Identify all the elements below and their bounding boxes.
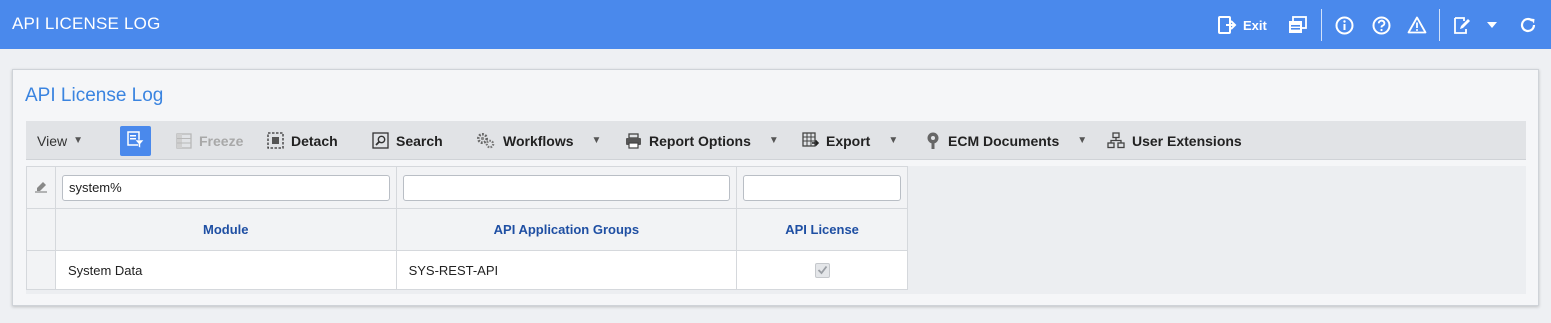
refresh-icon [1518, 15, 1538, 35]
info-button[interactable] [1335, 13, 1354, 37]
freeze-label: Freeze [199, 132, 244, 149]
hierarchy-icon [1107, 132, 1125, 149]
api-license-cell[interactable] [736, 250, 908, 290]
export-label: Export [826, 132, 871, 149]
eraser-icon[interactable] [34, 181, 48, 196]
gears-icon [476, 132, 496, 149]
exit-icon [1218, 16, 1237, 34]
column-header-api-application-groups[interactable]: API Application Groups [395, 208, 738, 251]
detach-button[interactable]: Detach [267, 121, 338, 160]
api-application-groups-filter-input[interactable] [402, 174, 731, 201]
help-button[interactable] [1372, 13, 1391, 37]
grid-toolbar: View ▼ Freeze Detach Search Workflows ▼ … [26, 121, 1526, 160]
filter-icon [126, 130, 145, 152]
exit-button[interactable]: Exit [1218, 13, 1267, 37]
detach-label: Detach [291, 132, 338, 149]
caret-down-icon: ▼ [888, 135, 899, 146]
filter-toggle-button[interactable] [120, 126, 151, 156]
filter-row [26, 166, 908, 209]
data-grid: Module API Application Groups API Licens… [26, 166, 908, 290]
column-header-module[interactable]: Module [54, 208, 397, 251]
main-panel: API License Log View ▼ Freeze Detach Sea… [12, 69, 1539, 306]
printer-icon [625, 132, 642, 149]
filter-cell-groups [395, 166, 738, 209]
edit-icon [1452, 16, 1472, 35]
export-menu[interactable]: Export ▼ [802, 121, 898, 160]
report-options-label: Report Options [649, 132, 751, 149]
api-license-checkbox[interactable] [814, 262, 830, 278]
windows-button[interactable] [1288, 13, 1307, 37]
caret-down-icon: ▼ [768, 135, 779, 146]
caret-down-icon: ▼ [73, 135, 83, 146]
caret-down-icon: ▼ [1077, 135, 1088, 146]
column-header-api-license[interactable]: API License [736, 208, 908, 251]
user-extensions-button[interactable]: User Extensions [1107, 121, 1242, 160]
view-label: View [37, 132, 68, 149]
ecm-documents-menu[interactable]: ECM Documents ▼ [925, 121, 1087, 160]
alert-button[interactable] [1407, 13, 1427, 37]
workflows-menu[interactable]: Workflows ▼ [476, 121, 601, 160]
app-title: API LICENSE LOG [12, 14, 161, 33]
search-icon [372, 132, 389, 149]
caret-down-icon [1486, 21, 1498, 29]
header-divider [1439, 9, 1440, 41]
view-menu[interactable]: View ▼ [37, 121, 83, 160]
module-filter-input[interactable] [61, 174, 390, 201]
table-row[interactable]: System Data SYS-REST-API [26, 250, 908, 290]
api-application-groups-cell[interactable]: SYS-REST-API [395, 250, 738, 290]
report-options-menu[interactable]: Report Options ▼ [625, 121, 779, 160]
workflows-label: Workflows [503, 132, 574, 149]
exit-label: Exit [1243, 17, 1267, 33]
windows-icon [1288, 16, 1307, 34]
freeze-button[interactable]: Freeze [176, 121, 243, 160]
module-cell[interactable]: System Data [54, 250, 397, 290]
filter-row-header [26, 166, 56, 209]
ecm-documents-icon [925, 132, 941, 150]
app-header: API LICENSE LOG Exit [0, 0, 1551, 49]
grid-area: Module API Application Groups API Licens… [26, 166, 1526, 294]
warning-icon [1407, 16, 1427, 34]
refresh-button[interactable] [1518, 13, 1538, 37]
info-icon [1335, 16, 1354, 35]
row-header-corner [26, 208, 56, 251]
page-title: API License Log [25, 85, 164, 106]
detach-icon [267, 132, 284, 149]
filter-cell-license [736, 166, 908, 209]
row-selector[interactable] [26, 250, 56, 290]
help-icon [1372, 16, 1391, 35]
header-divider [1321, 9, 1322, 41]
export-icon [802, 132, 819, 149]
search-label: Search [396, 132, 443, 149]
edit-button[interactable] [1452, 13, 1472, 37]
freeze-icon [176, 132, 192, 149]
search-button[interactable]: Search [372, 121, 443, 160]
user-extensions-label: User Extensions [1132, 132, 1242, 149]
filter-cell-module [54, 166, 397, 209]
column-header-row: Module API Application Groups API Licens… [26, 208, 908, 251]
api-license-filter-input[interactable] [743, 174, 901, 201]
edit-menu-dropdown[interactable] [1486, 13, 1498, 37]
ecm-documents-label: ECM Documents [948, 132, 1060, 149]
caret-down-icon: ▼ [591, 135, 602, 146]
